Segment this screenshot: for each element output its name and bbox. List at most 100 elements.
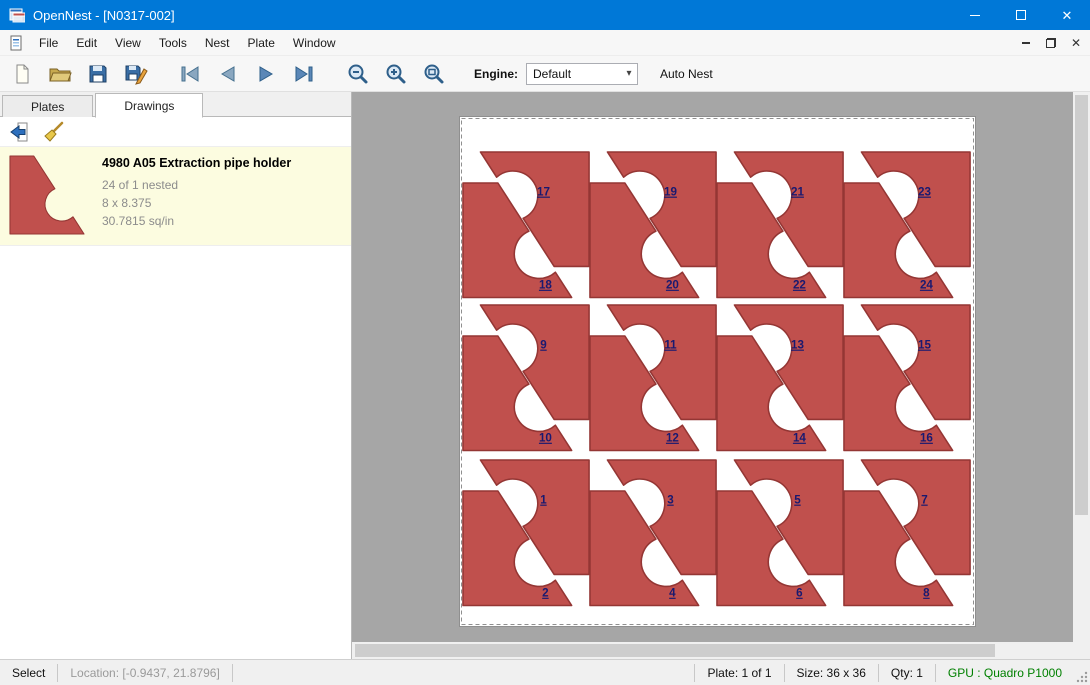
save-as-button[interactable] xyxy=(122,60,150,88)
part-number-label: 21 xyxy=(791,186,804,199)
part-number-label: 14 xyxy=(793,432,806,445)
menu-item-edit[interactable]: Edit xyxy=(67,30,106,56)
drawing-list-item[interactable]: 4980 A05 Extraction pipe holder 24 of 1 … xyxy=(0,147,351,246)
first-plate-button[interactable] xyxy=(176,60,204,88)
drawings-toolbar xyxy=(0,117,351,147)
status-qty: Qty: 1 xyxy=(879,660,935,685)
part-number-label: 8 xyxy=(923,587,930,600)
nest-pair[interactable]: 1718 xyxy=(463,152,589,298)
go-previous-icon xyxy=(216,62,240,86)
close-button[interactable]: ✕ xyxy=(1044,0,1090,30)
horizontal-scrollbar[interactable] xyxy=(352,642,1073,659)
menu-item-tools[interactable]: Tools xyxy=(150,30,196,56)
part-number-label: 3 xyxy=(667,494,674,507)
mdi-close-icon: ✕ xyxy=(1071,36,1081,50)
plate[interactable]: 171819202122232491011121314151612345678 xyxy=(460,117,975,626)
part-number-label: 12 xyxy=(666,432,679,445)
menu-item-window[interactable]: Window xyxy=(284,30,345,56)
part-number-label: 6 xyxy=(796,587,803,600)
part-number-label: 19 xyxy=(664,186,677,199)
vertical-scroll-thumb[interactable] xyxy=(1075,95,1088,515)
return-part-button[interactable] xyxy=(7,119,33,145)
go-next-icon xyxy=(254,62,278,86)
chevron-down-icon: ▾ xyxy=(621,68,637,79)
nest-pair[interactable]: 910 xyxy=(463,305,589,451)
nest-pair[interactable]: 23 24 xyxy=(844,152,970,298)
drawing-area: 30.7815 sq/in xyxy=(102,212,291,230)
nest-svg: 171819202122232491011121314151612345678 xyxy=(460,117,975,626)
nest-pair[interactable]: 1314 xyxy=(717,305,843,451)
part-number-label: 2 xyxy=(542,587,548,600)
open-button[interactable] xyxy=(46,60,74,88)
nest-pair[interactable]: 1516 xyxy=(844,305,970,451)
zoom-fit-button[interactable] xyxy=(420,60,448,88)
horizontal-scroll-thumb[interactable] xyxy=(355,644,995,657)
previous-plate-button[interactable] xyxy=(214,60,242,88)
new-button[interactable] xyxy=(8,60,36,88)
nest-pair[interactable]: 34 xyxy=(590,460,716,605)
zoom-in-button[interactable] xyxy=(382,60,410,88)
zoom-out-icon xyxy=(346,62,370,86)
mdi-minimize-button[interactable] xyxy=(1015,33,1037,53)
drawing-nested-count: 24 of 1 nested xyxy=(102,176,291,194)
nest-pair[interactable]: 78 xyxy=(844,460,970,605)
nest-canvas[interactable]: 171819202122232491011121314151612345678 xyxy=(352,92,1090,659)
thumbnail-part-shape xyxy=(10,156,84,234)
part-number-label: 11 xyxy=(664,339,677,352)
nest-pair[interactable]: 1920 xyxy=(590,152,716,298)
part-number-label: 10 xyxy=(539,432,552,445)
maximize-button[interactable] xyxy=(998,0,1044,30)
part-number-label: 15 xyxy=(918,339,931,352)
tab-plates[interactable]: Plates xyxy=(2,95,93,117)
main-toolbar: Engine: Default ▾ Auto Nest xyxy=(0,56,1090,92)
part-thumbnail xyxy=(8,154,86,236)
part-number-label: 18 xyxy=(539,279,552,292)
next-plate-button[interactable] xyxy=(252,60,280,88)
nest-pair[interactable]: 11 12 xyxy=(590,305,716,451)
clean-button[interactable] xyxy=(40,119,66,145)
last-plate-button[interactable] xyxy=(290,60,318,88)
part-number-label: 22 xyxy=(793,279,806,292)
mdi-minimize-icon xyxy=(1022,42,1030,44)
tab-drawings[interactable]: Drawings xyxy=(95,93,203,118)
minimize-icon xyxy=(970,15,980,16)
nest-pair[interactable]: 21 22 xyxy=(717,152,843,298)
nest-pair[interactable]: 12 xyxy=(463,460,589,605)
vertical-scrollbar[interactable] xyxy=(1073,92,1090,642)
drawing-size: 8 x 8.375 xyxy=(102,194,291,212)
zoom-in-icon xyxy=(384,62,408,86)
save-edit-icon xyxy=(124,62,148,86)
menu-item-plate[interactable]: Plate xyxy=(239,30,284,56)
menu-item-view[interactable]: View xyxy=(106,30,150,56)
save-icon xyxy=(87,63,109,85)
status-size: Size: 36 x 36 xyxy=(785,660,878,685)
zoom-fit-icon xyxy=(422,62,446,86)
go-last-icon xyxy=(292,62,316,86)
drawing-title: 4980 A05 Extraction pipe holder xyxy=(102,156,291,170)
part-number-label: 5 xyxy=(794,494,801,507)
window-title: OpenNest - [N0317-002] xyxy=(33,8,175,23)
status-plate: Plate: 1 of 1 xyxy=(695,660,783,685)
scrollbar-corner xyxy=(1073,642,1090,659)
status-gpu: GPU : Quadro P1000 xyxy=(936,660,1074,685)
status-mode: Select xyxy=(0,660,57,685)
part-number-label: 1 xyxy=(540,494,547,507)
part-number-label: 16 xyxy=(920,432,933,445)
status-location: Location: [-0.9437, 21.8796] xyxy=(58,660,231,685)
mdi-close-button[interactable]: ✕ xyxy=(1065,33,1087,53)
menu-item-nest[interactable]: Nest xyxy=(196,30,239,56)
nest-pair[interactable]: 56 xyxy=(717,460,843,605)
menu-item-file[interactable]: File xyxy=(30,30,67,56)
save-button[interactable] xyxy=(84,60,112,88)
mdi-restore-button[interactable] xyxy=(1040,33,1062,53)
part-number-label: 24 xyxy=(920,279,933,292)
zoom-out-button[interactable] xyxy=(344,60,372,88)
resize-grip[interactable] xyxy=(1074,660,1090,685)
minimize-button[interactable] xyxy=(952,0,998,30)
document-icon xyxy=(8,35,24,51)
auto-nest-button[interactable]: Auto Nest xyxy=(654,64,719,84)
part-number-label: 4 xyxy=(669,587,676,600)
part-number-label: 23 xyxy=(918,186,931,199)
engine-select[interactable]: Default ▾ xyxy=(526,63,638,85)
broom-icon xyxy=(42,121,64,143)
